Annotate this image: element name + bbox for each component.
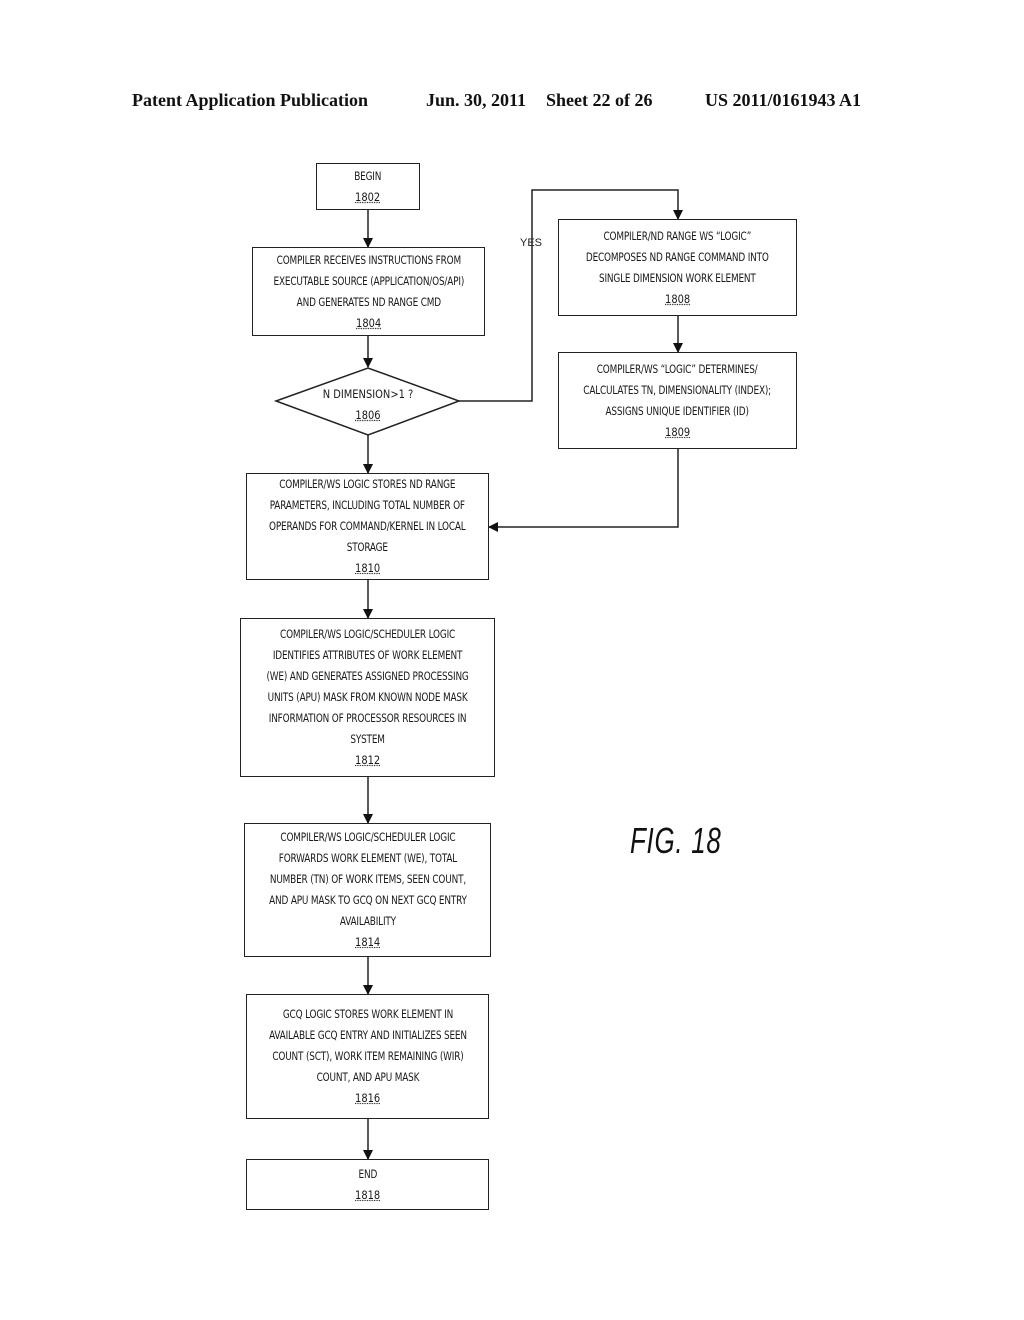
- node-decompose-1808: COMPILER/ND RANGE WS “LOGIC” DECOMPOSES …: [558, 219, 797, 316]
- node-forward-1814: COMPILER/WS LOGIC/SCHEDULER LOGIC FORWAR…: [244, 823, 491, 957]
- ref-number: 1818: [354, 1187, 381, 1202]
- arrow-1809-to-1810: [488, 449, 679, 532]
- flowchart-connectors: [273, 189, 683, 1160]
- node-text: COMPILER RECEIVES INSTRUCTIONS FROM EXEC…: [273, 252, 464, 309]
- node-receive-1804: COMPILER RECEIVES INSTRUCTIONS FROM EXEC…: [252, 247, 485, 336]
- decision-1806-label: N DIMENSION>1 ? 1806: [289, 384, 447, 426]
- yes-branch-label: YES: [520, 237, 543, 249]
- ref-number: 1808: [664, 291, 691, 306]
- ref-number: 1810: [354, 561, 381, 575]
- ref-number: 1816: [354, 1091, 381, 1105]
- ref-number: 1814: [354, 935, 381, 949]
- node-text: COMPILER/ND RANGE WS “LOGIC” DECOMPOSES …: [586, 228, 769, 285]
- node-text: END: [358, 1166, 377, 1181]
- node-gcq-store-1816: GCQ LOGIC STORES WORK ELEMENT IN AVAILAB…: [246, 994, 489, 1119]
- ref-number: 1806: [355, 408, 381, 422]
- node-identify-1812: COMPILER/WS LOGIC/SCHEDULER LOGIC IDENTI…: [240, 618, 495, 777]
- node-text: GCQ LOGIC STORES WORK ELEMENT IN AVAILAB…: [268, 1007, 467, 1084]
- node-text: COMPILER/WS LOGIC/SCHEDULER LOGIC FORWAR…: [268, 830, 467, 928]
- node-end-1818: END 1818: [246, 1159, 489, 1210]
- figure-label: FIG. 18: [630, 820, 722, 861]
- node-text: COMPILER/WS LOGIC STORES ND RANGE PARAME…: [269, 477, 466, 554]
- node-determine-1809: COMPILER/WS “LOGIC” DETERMINES/ CALCULAT…: [558, 352, 797, 449]
- node-store-params-1810: COMPILER/WS LOGIC STORES ND RANGE PARAME…: [246, 473, 489, 580]
- node-text: BEGIN: [354, 168, 382, 183]
- node-text: COMPILER/WS “LOGIC” DETERMINES/ CALCULAT…: [583, 361, 772, 418]
- ref-number: 1809: [664, 424, 691, 439]
- ref-number: 1802: [355, 189, 381, 204]
- node-text: COMPILER/WS LOGIC/SCHEDULER LOGIC IDENTI…: [266, 627, 469, 746]
- ref-number: 1812: [354, 753, 381, 767]
- node-text: N DIMENSION>1 ?: [322, 387, 414, 401]
- ref-number: 1804: [355, 315, 382, 330]
- node-begin-1802: BEGIN 1802: [316, 163, 420, 210]
